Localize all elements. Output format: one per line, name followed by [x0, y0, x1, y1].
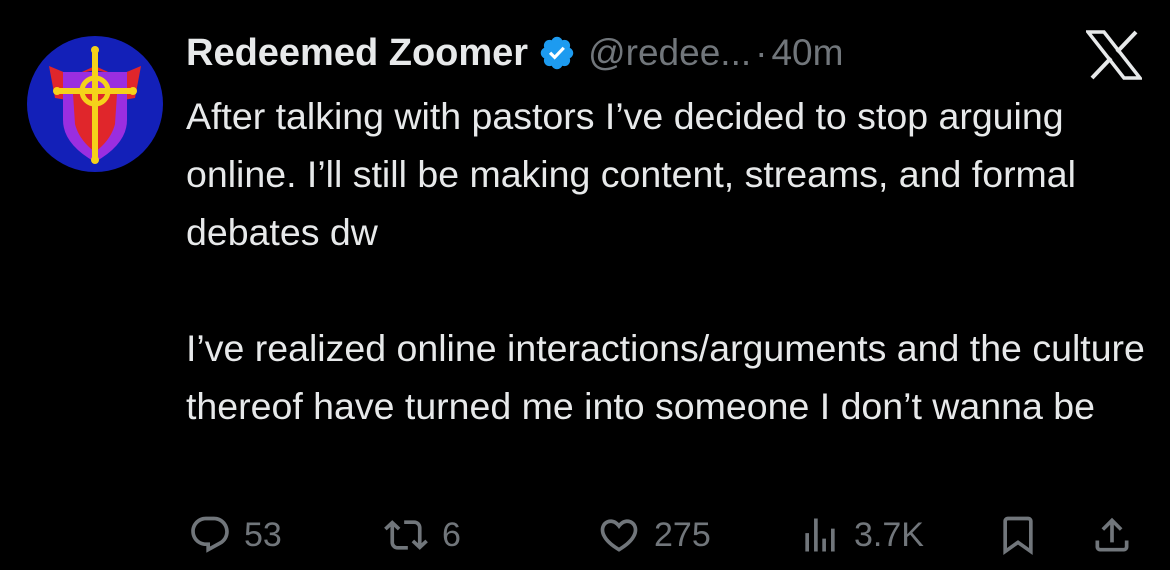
reply-icon: [191, 516, 229, 553]
shield-cross-avatar-icon: [27, 36, 163, 172]
verified-badge-icon: [538, 34, 576, 72]
separator-dot: ·: [755, 32, 768, 73]
action-bar: 53 6 275 3.7K: [0, 505, 1170, 561]
retweet-icon: [384, 520, 428, 550]
views-count: 3.7K: [854, 515, 924, 554]
reply-button[interactable]: 53: [188, 513, 282, 557]
share-button[interactable]: [1090, 513, 1134, 557]
display-name[interactable]: Redeemed Zoomer: [186, 32, 528, 75]
views-button[interactable]: 3.7K: [798, 513, 924, 557]
share-icon: [1095, 517, 1129, 552]
bookmark-button[interactable]: [996, 513, 1040, 557]
avatar[interactable]: [27, 36, 163, 172]
bookmark-icon: [1003, 516, 1033, 556]
like-button[interactable]: 275: [596, 513, 711, 557]
views-icon: [805, 518, 835, 552]
handle[interactable]: @redee...: [588, 32, 751, 74]
reply-count: 53: [244, 515, 282, 554]
tweet-header: Redeemed Zoomer @redee... · 40m: [186, 28, 843, 78]
tweet-text: After talking with pastors I’ve decided …: [186, 95, 1145, 427]
like-count: 275: [654, 515, 711, 554]
retweet-button[interactable]: 6: [382, 513, 461, 557]
x-logo-icon: [1084, 30, 1144, 80]
heart-icon: [600, 519, 638, 552]
retweet-count: 6: [442, 515, 461, 554]
timestamp[interactable]: 40m: [771, 32, 843, 74]
